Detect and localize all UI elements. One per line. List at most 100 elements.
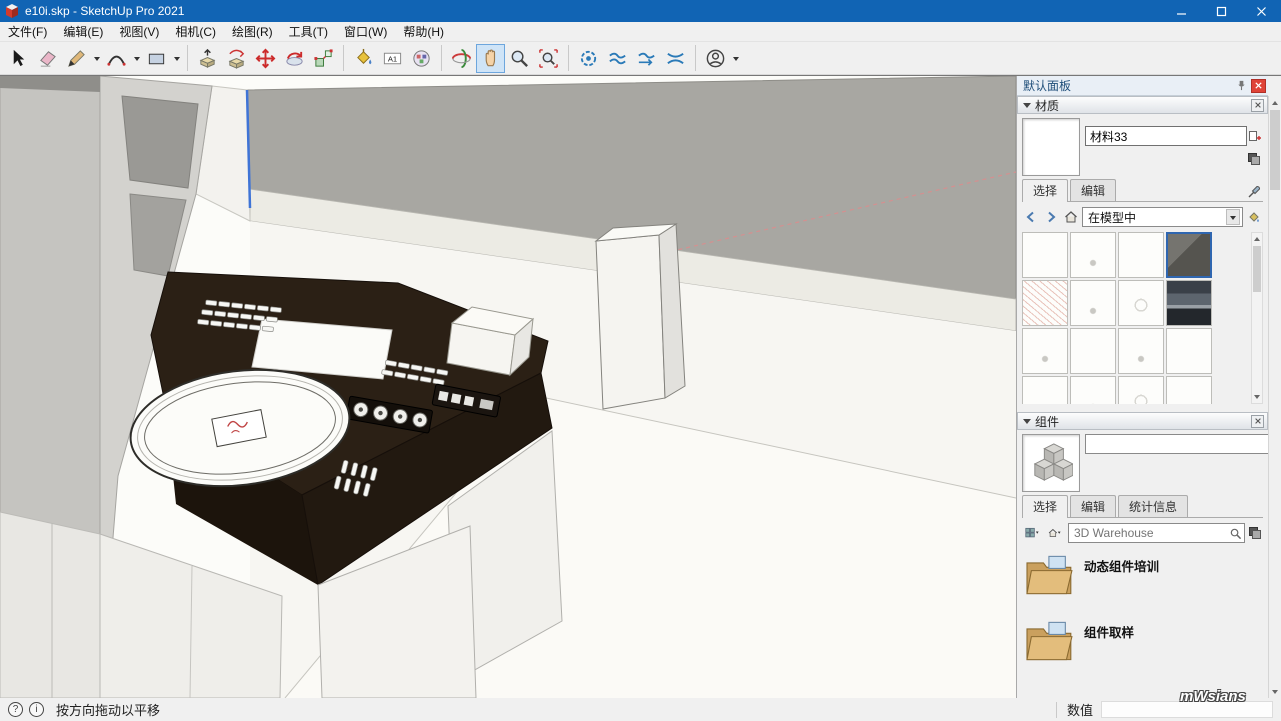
materials-home-button[interactable]: [1062, 208, 1080, 226]
component-name-input[interactable]: [1085, 434, 1272, 454]
arc-tool-button[interactable]: [102, 44, 131, 73]
components-tab-edit[interactable]: 编辑: [1070, 495, 1116, 517]
menu-camera[interactable]: 相机(C): [167, 21, 224, 42]
component-list-item[interactable]: 动态组件培训: [1022, 549, 1263, 601]
sample-paint-button[interactable]: [1245, 183, 1263, 201]
menu-window[interactable]: 窗口(W): [336, 21, 395, 42]
material-swatch[interactable]: [1118, 232, 1164, 278]
materials-section-header[interactable]: 材质: [1017, 96, 1268, 114]
line-tool-button[interactable]: [62, 44, 91, 73]
components-close-button[interactable]: [1251, 415, 1264, 428]
menu-edit[interactable]: 编辑(E): [55, 21, 111, 42]
cabinet-panel[interactable]: [122, 96, 198, 188]
minimize-button[interactable]: [1161, 0, 1201, 22]
scroll-down-arrow[interactable]: [1269, 685, 1281, 698]
material-swatch[interactable]: [1118, 328, 1164, 374]
zoom-extents-tool-button[interactable]: [534, 44, 563, 73]
material-name-input[interactable]: [1085, 126, 1247, 146]
material-swatch[interactable]: [1118, 280, 1164, 326]
panel-scrollbar[interactable]: [1268, 96, 1281, 698]
materials-close-button[interactable]: [1251, 99, 1264, 112]
line-tool-dropdown[interactable]: [91, 44, 102, 73]
pan-tool-button[interactable]: [476, 44, 505, 73]
menu-tools[interactable]: 工具(T): [281, 21, 336, 42]
rectangle-tool-dropdown[interactable]: [171, 44, 182, 73]
menu-draw[interactable]: 绘图(R): [224, 21, 281, 42]
forward-button[interactable]: [1042, 208, 1060, 226]
followme-tool-button[interactable]: [222, 44, 251, 73]
components-section-header[interactable]: 组件: [1017, 412, 1268, 430]
select-tool-button[interactable]: [4, 44, 33, 73]
materials-tab-edit[interactable]: 编辑: [1070, 179, 1116, 201]
text-tool-button[interactable]: A1: [378, 44, 407, 73]
section-display-toggle-button[interactable]: [603, 44, 632, 73]
component-list-item[interactable]: 组件取样: [1022, 615, 1263, 667]
material-swatch[interactable]: [1166, 280, 1212, 326]
arc-tool-dropdown[interactable]: [131, 44, 142, 73]
material-swatch[interactable]: [1070, 280, 1116, 326]
section-fill-toggle-button[interactable]: [661, 44, 690, 73]
speaker-box[interactable]: [596, 224, 685, 409]
materials-tab-select[interactable]: 选择: [1022, 179, 1068, 202]
material-swatch[interactable]: [1070, 232, 1116, 278]
close-button[interactable]: [1241, 0, 1281, 22]
section-plane-tool-button[interactable]: [574, 44, 603, 73]
rotate-tool-button[interactable]: [280, 44, 309, 73]
material-swatch[interactable]: [1022, 376, 1068, 404]
section-cuts-toggle-button[interactable]: [632, 44, 661, 73]
scrollbar-thumb[interactable]: [1253, 246, 1261, 292]
scale-tool-button[interactable]: [309, 44, 338, 73]
viewport-3d-scene[interactable]: [0, 76, 1016, 698]
eraser-tool-button[interactable]: [33, 44, 62, 73]
material-swatch[interactable]: [1022, 280, 1068, 326]
desk-box[interactable]: [447, 307, 533, 375]
create-material-button[interactable]: [1247, 127, 1263, 145]
help-icon[interactable]: ?: [8, 702, 23, 717]
followme-icon: [226, 48, 247, 69]
material-swatch[interactable]: [1070, 376, 1116, 404]
account-button[interactable]: [701, 44, 730, 73]
zoom-tool-button[interactable]: [505, 44, 534, 73]
view-options-button[interactable]: [1022, 524, 1042, 542]
menu-file[interactable]: 文件(F): [0, 21, 55, 42]
scroll-up-arrow[interactable]: [1269, 96, 1281, 109]
material-swatch[interactable]: [1022, 232, 1068, 278]
account-dropdown[interactable]: [730, 44, 741, 73]
orbit-tool-button[interactable]: [447, 44, 476, 73]
pushpull-tool-button[interactable]: [193, 44, 222, 73]
cabinet-doors[interactable]: [0, 512, 100, 698]
materials-scope-dropdown[interactable]: 在模型中: [1082, 207, 1243, 227]
components-pane-button[interactable]: [1247, 524, 1263, 542]
maximize-button[interactable]: [1201, 0, 1241, 22]
components-home-button[interactable]: [1044, 524, 1066, 542]
paint-model-button[interactable]: [1245, 208, 1263, 226]
material-swatch[interactable]: [1166, 376, 1212, 404]
material-swatch[interactable]: [1166, 328, 1212, 374]
material-swatch-selected[interactable]: [1166, 232, 1212, 278]
materials-scrollbar[interactable]: [1251, 232, 1263, 404]
styles-tool-button[interactable]: [407, 44, 436, 73]
material-swatch[interactable]: [1022, 328, 1068, 374]
panel-close-button[interactable]: [1251, 79, 1266, 93]
menu-help[interactable]: 帮助(H): [395, 21, 452, 42]
paint-bucket-tool-button[interactable]: [349, 44, 378, 73]
move-tool-button[interactable]: [251, 44, 280, 73]
folder-icon: [1024, 552, 1076, 598]
measurement-input[interactable]: [1101, 701, 1273, 718]
components-tab-select[interactable]: 选择: [1022, 495, 1068, 518]
scrollbar-thumb[interactable]: [1270, 110, 1280, 190]
secondary-pane-icon: [1247, 152, 1261, 166]
scroll-up-arrow[interactable]: [1252, 233, 1262, 245]
material-swatch[interactable]: [1070, 328, 1116, 374]
rectangle-tool-button[interactable]: [142, 44, 171, 73]
components-search-input[interactable]: [1074, 526, 1229, 540]
viewport[interactable]: [0, 76, 1016, 698]
menu-view[interactable]: 视图(V): [111, 21, 167, 42]
panel-pin-button[interactable]: [1233, 78, 1249, 94]
components-tab-statistics[interactable]: 统计信息: [1118, 495, 1188, 517]
info-icon[interactable]: i: [29, 702, 44, 717]
material-swatch[interactable]: [1118, 376, 1164, 404]
secondary-pane-button[interactable]: [1245, 150, 1263, 168]
scroll-down-arrow[interactable]: [1252, 391, 1262, 403]
back-button[interactable]: [1022, 208, 1040, 226]
